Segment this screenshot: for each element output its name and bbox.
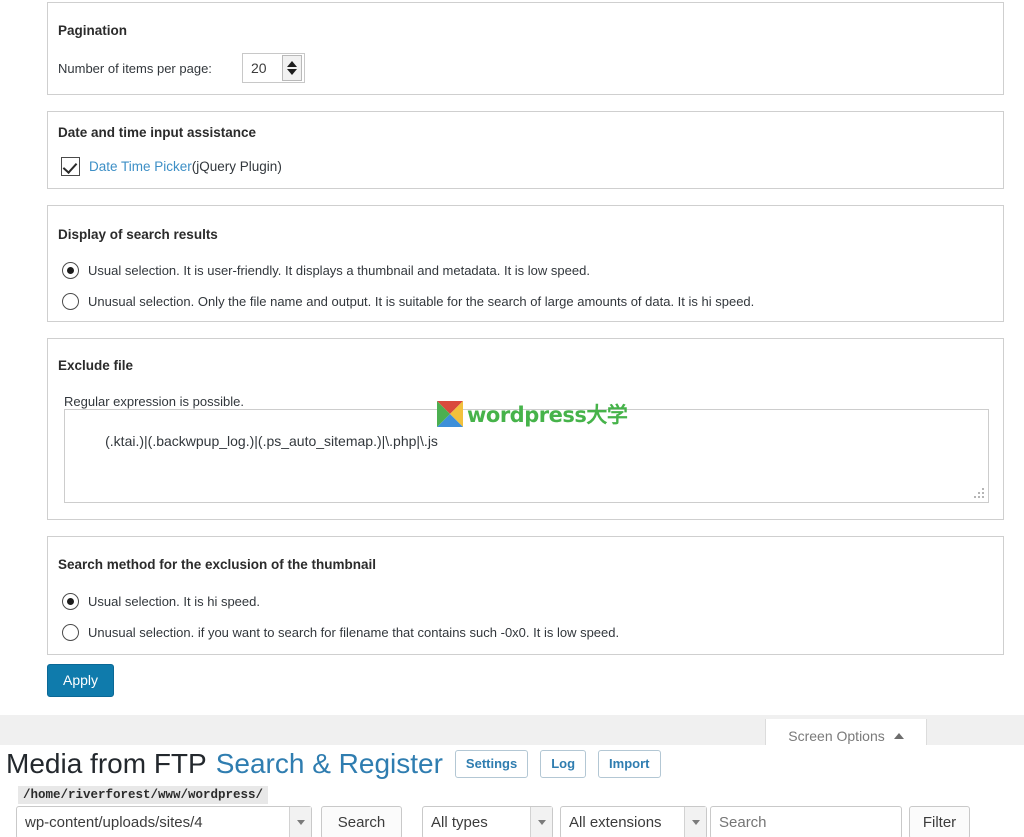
exclude-file-hint: Regular expression is possible. (64, 394, 244, 409)
chevron-down-icon[interactable] (289, 807, 311, 837)
type-filter-select[interactable]: All types (422, 806, 553, 837)
apply-button[interactable]: Apply (47, 664, 115, 697)
radio-icon[interactable] (62, 593, 79, 610)
settings-button[interactable]: Settings (454, 750, 529, 778)
exclude-file-section: Exclude file Regular expression is possi… (47, 338, 1004, 520)
items-per-page-value[interactable]: 20 (243, 60, 282, 76)
items-per-page-label: Number of items per page: (58, 61, 212, 76)
search-method-section: Search method for the exclusion of the t… (47, 536, 1004, 655)
radio-icon[interactable] (62, 624, 79, 641)
datetime-picker-row[interactable]: Date Time Picker (jQuery Plugin) (61, 157, 282, 176)
caret-up-icon (893, 732, 904, 739)
page-title-main: Media from FTP (6, 748, 207, 779)
search-method-title: Search method for the exclusion of the t… (58, 557, 377, 572)
chevron-down-icon[interactable] (684, 807, 706, 837)
datetime-picker-checkbox[interactable] (61, 157, 80, 176)
ftp-base-path-label: /home/riverforest/www/wordpress/ (18, 786, 269, 804)
search-method-option-usual[interactable]: Usual selection. It is hi speed. (62, 593, 260, 610)
option-label: Usual selection. It is user-friendly. It… (88, 263, 590, 278)
option-label: Usual selection. It is hi speed. (88, 594, 260, 609)
screen-options-panel: Pagination Number of items per page: 20 … (0, 0, 1024, 715)
directory-select-value: wp-content/uploads/sites/4 (25, 814, 203, 831)
search-method-option-unusual[interactable]: Unusual selection. if you want to search… (62, 624, 619, 641)
search-input[interactable] (710, 806, 902, 837)
screen-options-tab-label: Screen Options (788, 727, 885, 744)
option-label: Unusual selection. if you want to search… (88, 625, 620, 640)
screen-root: Pagination Number of items per page: 20 … (0, 0, 1024, 837)
datetime-picker-link[interactable]: Date Time Picker (89, 159, 192, 174)
option-label: Unusual selection. Only the file name an… (88, 294, 755, 309)
display-results-option-usual[interactable]: Usual selection. It is user-friendly. It… (62, 262, 590, 279)
display-results-title: Display of search results (58, 227, 218, 242)
items-per-page-stepper[interactable]: 20 (242, 53, 305, 83)
datetime-picker-suffix: (jQuery Plugin) (191, 159, 282, 174)
resize-handle-icon[interactable] (974, 488, 985, 499)
exclude-file-title: Exclude file (58, 358, 134, 373)
datetime-assistance-section: Date and time input assistance Date Time… (47, 111, 1004, 189)
display-results-section: Display of search results Usual selectio… (47, 205, 1004, 322)
radio-icon[interactable] (62, 262, 79, 279)
page-title-sub: Search & Register (215, 748, 443, 779)
spinner-arrows-icon[interactable] (282, 55, 302, 81)
pagination-section: Pagination Number of items per page: 20 (47, 2, 1004, 95)
extension-filter-value: All extensions (569, 814, 662, 831)
type-filter-value: All types (431, 814, 488, 831)
display-results-option-unusual[interactable]: Unusual selection. Only the file name an… (62, 293, 754, 310)
chevron-down-icon[interactable] (530, 807, 552, 837)
import-button[interactable]: Import (598, 750, 661, 778)
page-title: Media from FTP Search & Register Setting… (6, 748, 661, 780)
log-button[interactable]: Log (540, 750, 587, 778)
extension-filter-select[interactable]: All extensions (560, 806, 707, 837)
directory-select[interactable]: wp-content/uploads/sites/4 (16, 806, 312, 837)
filter-button[interactable]: Filter (909, 806, 970, 837)
exclude-file-value: (.ktai.)|(.backwpup_log.)|(.ps_auto_site… (105, 433, 438, 449)
radio-icon[interactable] (62, 293, 79, 310)
pagination-title: Pagination (58, 23, 128, 38)
exclude-file-textarea[interactable]: (.ktai.)|(.backwpup_log.)|(.ps_auto_site… (64, 409, 989, 503)
datetime-title: Date and time input assistance (58, 125, 257, 140)
search-button[interactable]: Search (321, 806, 402, 837)
